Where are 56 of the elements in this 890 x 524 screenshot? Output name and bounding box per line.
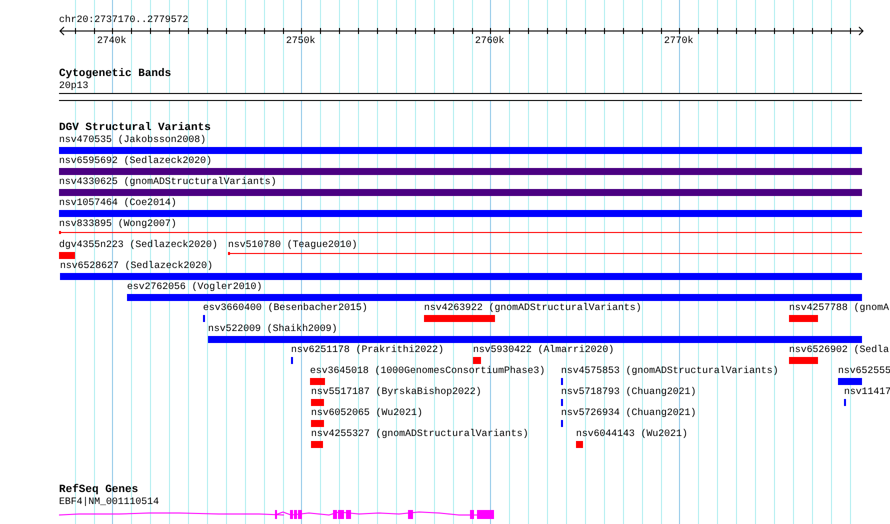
variant-label[interactable]: nsv5930422 (Almarri2020) [473, 344, 614, 356]
variant-bar[interactable] [789, 315, 818, 322]
variant-label[interactable]: nsv5726934 (Chuang2021) [561, 407, 696, 419]
variant-label[interactable]: esv3645018 (1000GenomesConsortiumPhase3) [310, 365, 546, 377]
variant-bar[interactable] [576, 441, 583, 448]
ruler-label: 2760k [475, 35, 504, 47]
ruler-label: 2770k [664, 35, 694, 47]
gene-label[interactable]: EBF4|NM_001110514 [59, 496, 159, 508]
variant-label[interactable]: nsv6528627 (Sedlazeck2020) [60, 260, 213, 272]
variant-label[interactable]: nsv833895 (Wong2007) [59, 218, 177, 230]
variant-bar[interactable] [424, 315, 495, 322]
variant-bar[interactable] [789, 357, 818, 364]
variant-label[interactable]: nsv6044143 (Wu2021) [576, 428, 688, 440]
band-label: 20p13 [59, 80, 88, 92]
variant-label[interactable]: nsv6526902 (Sedla [789, 344, 889, 356]
variant-label[interactable]: nsv522009 (Shaikh2009) [208, 323, 338, 335]
variant-label[interactable]: dgv4355n223 (Sedlazeck2020) [59, 239, 218, 251]
ruler-label: 2750k [286, 35, 316, 47]
variant-bar[interactable] [208, 336, 862, 343]
variant-label[interactable]: nsv6595692 (Sedlazeck2020) [59, 155, 212, 167]
variant-label[interactable]: nsv4255327 (gnomADStructuralVariants) [311, 428, 529, 440]
variant-label[interactable]: nsv652555 [838, 365, 890, 377]
variant-label[interactable]: nsv1057464 (Coe2014) [59, 197, 177, 209]
variant-label[interactable]: esv3660400 (Besenbacher2015) [203, 302, 368, 314]
variant-bar[interactable] [59, 147, 862, 154]
variant-label[interactable]: nsv5517187 (ByrskaBishop2022) [311, 386, 482, 398]
variant-label[interactable]: nsv6251178 (Prakrithi2022) [291, 344, 444, 356]
variant-bar[interactable] [473, 357, 481, 364]
variant-label[interactable]: nsv4575853 (gnomADStructuralVariants) [561, 365, 779, 377]
variant-label[interactable]: nsv6052065 (Wu2021) [311, 407, 423, 419]
track-title: Cytogenetic Bands [59, 68, 172, 81]
variant-bar[interactable] [838, 378, 862, 385]
variant-bar[interactable] [60, 273, 862, 280]
variant-bar[interactable] [311, 399, 324, 406]
variant-bar[interactable] [59, 189, 862, 196]
variant-label[interactable]: nsv470535 (Jakobsson2008) [59, 134, 206, 146]
variant-label[interactable]: nsv11417 [844, 386, 890, 398]
location-label: chr20:2737170..2779572 [59, 14, 188, 26]
variant-bar[interactable] [59, 210, 862, 217]
ruler-label: 2740k [97, 35, 126, 47]
variant-label[interactable]: nsv4263922 (gnomADStructuralVariants) [424, 302, 642, 314]
track-title: RefSeq Genes [59, 484, 138, 496]
variant-label[interactable]: nsv510780 (Teague2010) [228, 239, 358, 251]
variant-bar[interactable] [311, 420, 324, 427]
variant-bar[interactable] [311, 441, 323, 448]
variant-label[interactable]: esv2762056 (Vogler2010) [127, 281, 262, 293]
variant-line[interactable] [228, 252, 862, 255]
variant-bar[interactable] [59, 168, 862, 175]
variant-bar[interactable] [310, 378, 325, 385]
variant-label[interactable]: nsv4330625 (gnomADStructuralVariants) [59, 176, 277, 188]
variant-label[interactable]: nsv4257788 (gnomA [789, 302, 889, 314]
variant-label[interactable]: nsv5718793 (Chuang2021) [561, 386, 696, 398]
variant-bar[interactable] [59, 252, 75, 259]
track-title: DGV Structural Variants [59, 122, 211, 134]
variant-line[interactable] [59, 231, 862, 234]
variant-bar[interactable] [127, 294, 862, 301]
